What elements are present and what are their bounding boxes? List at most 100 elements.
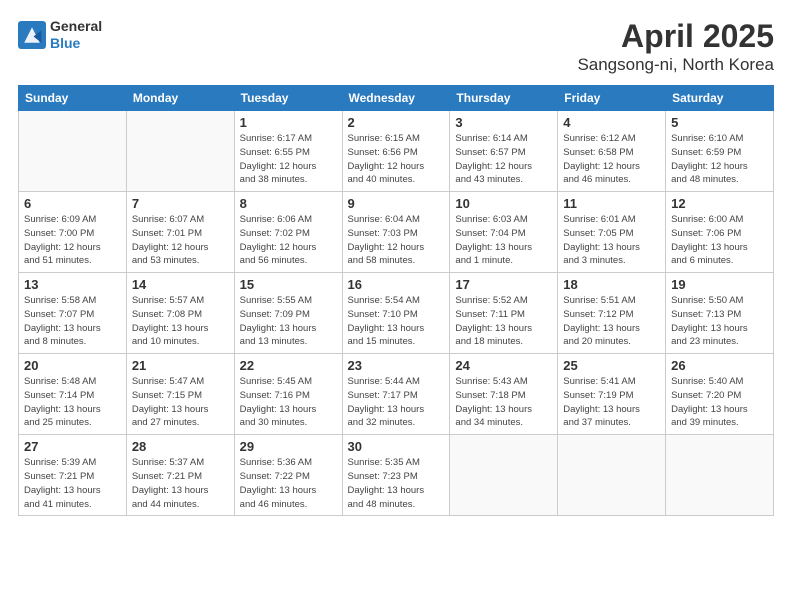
day-number: 19	[671, 277, 768, 292]
calendar-week-row: 13Sunrise: 5:58 AMSunset: 7:07 PMDayligh…	[19, 273, 774, 354]
day-info: Sunrise: 5:50 AMSunset: 7:13 PMDaylight:…	[671, 294, 768, 349]
weekday-header: Tuesday	[234, 86, 342, 111]
day-number: 30	[348, 439, 445, 454]
logo-blue-label: Blue	[50, 35, 102, 52]
day-info: Sunrise: 5:58 AMSunset: 7:07 PMDaylight:…	[24, 294, 121, 349]
calendar-cell: 16 Sunrise: 5:54 AMSunset: 7:10 PMDayligh…	[342, 273, 450, 354]
day-number: 12	[671, 196, 768, 211]
month-title: April 2025	[577, 18, 774, 55]
day-info: Sunrise: 6:06 AMSunset: 7:02 PMDaylight:…	[240, 213, 337, 268]
weekday-header: Monday	[126, 86, 234, 111]
calendar-cell: 3 Sunrise: 6:14 AMSunset: 6:57 PMDaylight…	[450, 111, 558, 192]
day-info: Sunrise: 6:09 AMSunset: 7:00 PMDaylight:…	[24, 213, 121, 268]
calendar-body: 1Sunrise: 6:17 AMSunset: 6:55 PMDaylight…	[19, 111, 774, 516]
day-info: Sunrise: 6:00 AMSunset: 7:06 PMDaylight:…	[671, 213, 768, 268]
calendar-cell: 8Sunrise: 6:06 AMSunset: 7:02 PMDaylight…	[234, 192, 342, 273]
day-info: Sunrise: 5:51 AMSunset: 7:12 PMDaylight:…	[563, 294, 660, 349]
calendar-cell: 30 Sunrise: 5:35 AMSunset: 7:23 PMDayligh…	[342, 435, 450, 516]
day-number: 29	[240, 439, 337, 454]
calendar-cell: 25Sunrise: 5:41 AMSunset: 7:19 PMDayligh…	[558, 354, 666, 435]
calendar-cell	[126, 111, 234, 192]
calendar-cell: 2 Sunrise: 6:15 AMSunset: 6:56 PMDaylight…	[342, 111, 450, 192]
header: General Blue April 2025 Sangsong-ni, Nor…	[18, 18, 774, 75]
day-info: Sunrise: 5:55 AMSunset: 7:09 PMDaylight:…	[240, 294, 337, 349]
calendar-cell: 19 Sunrise: 5:50 AMSunset: 7:13 PMDayligh…	[666, 273, 774, 354]
calendar-week-row: 1Sunrise: 6:17 AMSunset: 6:55 PMDaylight…	[19, 111, 774, 192]
calendar-cell: 22 Sunrise: 5:45 AMSunset: 7:16 PMDayligh…	[234, 354, 342, 435]
day-info: Sunrise: 6:07 AMSunset: 7:01 PMDaylight:…	[132, 213, 229, 268]
calendar-cell: 15Sunrise: 5:55 AMSunset: 7:09 PMDayligh…	[234, 273, 342, 354]
calendar-cell: 11Sunrise: 6:01 AMSunset: 7:05 PMDayligh…	[558, 192, 666, 273]
calendar-cell	[19, 111, 127, 192]
day-info: Sunrise: 5:35 AMSunset: 7:23 PMDaylight:…	[348, 456, 445, 511]
day-info: Sunrise: 5:52 AMSunset: 7:11 PMDaylight:…	[455, 294, 552, 349]
day-number: 16	[348, 277, 445, 292]
calendar-cell: 13Sunrise: 5:58 AMSunset: 7:07 PMDayligh…	[19, 273, 127, 354]
day-number: 21	[132, 358, 229, 373]
day-info: Sunrise: 6:15 AMSunset: 6:56 PMDaylight:…	[348, 132, 445, 187]
day-number: 7	[132, 196, 229, 211]
day-info: Sunrise: 5:40 AMSunset: 7:20 PMDaylight:…	[671, 375, 768, 430]
calendar-week-row: 27 Sunrise: 5:39 AMSunset: 7:21 PMDayligh…	[19, 435, 774, 516]
logo: General Blue	[18, 18, 102, 52]
day-info: Sunrise: 6:10 AMSunset: 6:59 PMDaylight:…	[671, 132, 768, 187]
logo-icon	[18, 21, 46, 49]
day-number: 2	[348, 115, 445, 130]
calendar-table: SundayMondayTuesdayWednesdayThursdayFrid…	[18, 85, 774, 516]
day-number: 22	[240, 358, 337, 373]
day-info: Sunrise: 5:39 AMSunset: 7:21 PMDaylight:…	[24, 456, 121, 511]
day-info: Sunrise: 5:48 AMSunset: 7:14 PMDaylight:…	[24, 375, 121, 430]
day-number: 5	[671, 115, 768, 130]
calendar-header: SundayMondayTuesdayWednesdayThursdayFrid…	[19, 86, 774, 111]
calendar-cell	[450, 435, 558, 516]
day-info: Sunrise: 6:04 AMSunset: 7:03 PMDaylight:…	[348, 213, 445, 268]
weekday-header: Friday	[558, 86, 666, 111]
day-number: 3	[455, 115, 552, 130]
day-info: Sunrise: 6:14 AMSunset: 6:57 PMDaylight:…	[455, 132, 552, 187]
day-info: Sunrise: 5:37 AMSunset: 7:21 PMDaylight:…	[132, 456, 229, 511]
logo-general-label: General	[50, 18, 102, 35]
location-title: Sangsong-ni, North Korea	[577, 55, 774, 75]
day-number: 27	[24, 439, 121, 454]
weekday-header: Saturday	[666, 86, 774, 111]
calendar-cell: 12 Sunrise: 6:00 AMSunset: 7:06 PMDayligh…	[666, 192, 774, 273]
calendar-cell: 28Sunrise: 5:37 AMSunset: 7:21 PMDayligh…	[126, 435, 234, 516]
calendar-cell	[558, 435, 666, 516]
calendar-cell: 21Sunrise: 5:47 AMSunset: 7:15 PMDayligh…	[126, 354, 234, 435]
day-info: Sunrise: 6:03 AMSunset: 7:04 PMDaylight:…	[455, 213, 552, 268]
weekday-header: Sunday	[19, 86, 127, 111]
calendar-cell: 6Sunrise: 6:09 AMSunset: 7:00 PMDaylight…	[19, 192, 127, 273]
calendar-cell: 26 Sunrise: 5:40 AMSunset: 7:20 PMDayligh…	[666, 354, 774, 435]
weekday-header: Wednesday	[342, 86, 450, 111]
day-info: Sunrise: 5:36 AMSunset: 7:22 PMDaylight:…	[240, 456, 337, 511]
calendar-cell: 29 Sunrise: 5:36 AMSunset: 7:22 PMDayligh…	[234, 435, 342, 516]
calendar-cell: 5 Sunrise: 6:10 AMSunset: 6:59 PMDaylight…	[666, 111, 774, 192]
day-info: Sunrise: 6:12 AMSunset: 6:58 PMDaylight:…	[563, 132, 660, 187]
calendar-cell	[666, 435, 774, 516]
day-info: Sunrise: 5:45 AMSunset: 7:16 PMDaylight:…	[240, 375, 337, 430]
calendar-cell: 4 Sunrise: 6:12 AMSunset: 6:58 PMDaylight…	[558, 111, 666, 192]
calendar-cell: 1Sunrise: 6:17 AMSunset: 6:55 PMDaylight…	[234, 111, 342, 192]
day-info: Sunrise: 5:54 AMSunset: 7:10 PMDaylight:…	[348, 294, 445, 349]
day-info: Sunrise: 5:57 AMSunset: 7:08 PMDaylight:…	[132, 294, 229, 349]
calendar-cell: 18 Sunrise: 5:51 AMSunset: 7:12 PMDayligh…	[558, 273, 666, 354]
day-number: 25	[563, 358, 660, 373]
calendar-week-row: 20Sunrise: 5:48 AMSunset: 7:14 PMDayligh…	[19, 354, 774, 435]
day-info: Sunrise: 5:43 AMSunset: 7:18 PMDaylight:…	[455, 375, 552, 430]
calendar-week-row: 6Sunrise: 6:09 AMSunset: 7:00 PMDaylight…	[19, 192, 774, 273]
day-number: 10	[455, 196, 552, 211]
calendar-cell: 9Sunrise: 6:04 AMSunset: 7:03 PMDaylight…	[342, 192, 450, 273]
day-number: 4	[563, 115, 660, 130]
page: General Blue April 2025 Sangsong-ni, Nor…	[0, 0, 792, 612]
calendar-cell: 7 Sunrise: 6:07 AMSunset: 7:01 PMDaylight…	[126, 192, 234, 273]
logo-text: General Blue	[50, 18, 102, 52]
day-number: 1	[240, 115, 337, 130]
title-block: April 2025 Sangsong-ni, North Korea	[577, 18, 774, 75]
day-number: 18	[563, 277, 660, 292]
day-info: Sunrise: 5:44 AMSunset: 7:17 PMDaylight:…	[348, 375, 445, 430]
calendar-cell: 27 Sunrise: 5:39 AMSunset: 7:21 PMDayligh…	[19, 435, 127, 516]
day-number: 26	[671, 358, 768, 373]
weekday-header: Thursday	[450, 86, 558, 111]
calendar-cell: 17Sunrise: 5:52 AMSunset: 7:11 PMDayligh…	[450, 273, 558, 354]
day-number: 24	[455, 358, 552, 373]
